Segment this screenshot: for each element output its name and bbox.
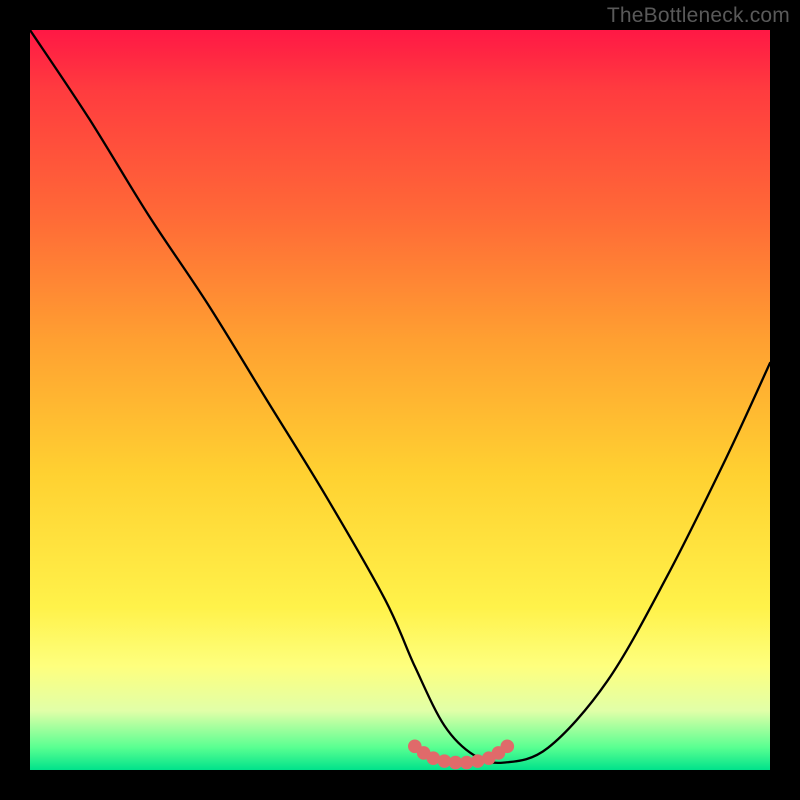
- watermark-text: TheBottleneck.com: [607, 4, 790, 28]
- chart-frame: TheBottleneck.com: [0, 0, 800, 800]
- bottom-marker: [501, 740, 515, 754]
- plot-area: [30, 30, 770, 770]
- chart-svg: [30, 30, 770, 770]
- bottleneck-curve: [30, 30, 770, 763]
